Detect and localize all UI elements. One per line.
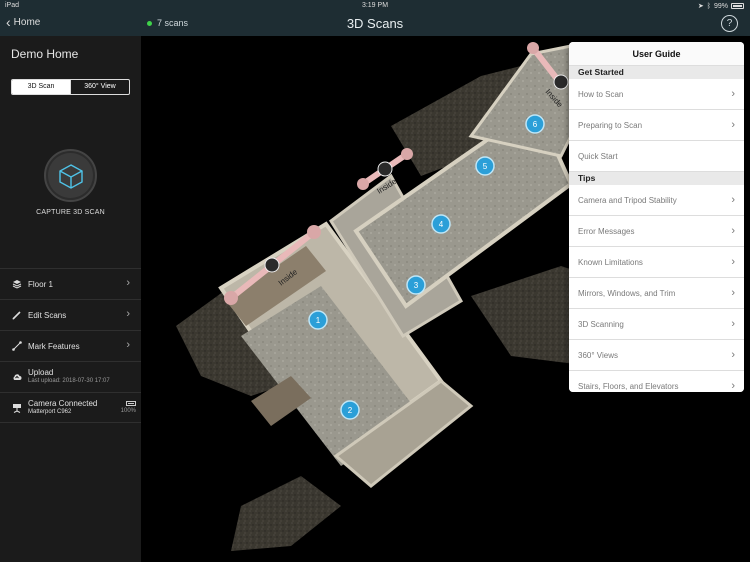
tab-3d-scan[interactable]: 3D Scan [12, 80, 70, 94]
chevron-right-icon: › [126, 277, 130, 289]
door-marker[interactable]: Inside [357, 148, 413, 196]
guide-item-label: 3D Scanning [578, 320, 624, 329]
sidebar-item-floor[interactable]: Floor 1 › [0, 268, 141, 299]
sidebar: Demo Home 3D Scan 360° View CAPTURE 3D S… [0, 36, 141, 562]
cloud-upload-icon [13, 374, 22, 380]
user-guide-popover: User Guide Get Started How to Scan › Pre… [569, 42, 744, 392]
scan-point[interactable]: 5 [475, 156, 495, 176]
guide-item-label: Error Messages [578, 227, 635, 236]
battery-icon [731, 3, 744, 9]
scan-point-number: 1 [316, 316, 321, 325]
guide-item-quick-start[interactable]: Quick Start [569, 141, 744, 172]
guide-item-camera-tripod[interactable]: Camera and Tripod Stability › [569, 185, 744, 216]
cube-icon [58, 163, 83, 189]
section-header: Tips [569, 172, 744, 185]
scan-point[interactable]: 1 [308, 310, 328, 330]
sidebar-item-camera[interactable]: Camera Connected Matterport C962 100% [0, 392, 141, 423]
chevron-right-icon: › [731, 380, 735, 392]
status-time: 3:19 PM [361, 2, 389, 9]
scan-point[interactable]: 4 [431, 214, 451, 234]
guide-item-label: Camera and Tripod Stability [578, 196, 677, 205]
chevron-right-icon: › [731, 287, 735, 299]
user-guide-title: User Guide [569, 42, 744, 66]
sidebar-item-upload[interactable]: Upload Last upload: 2018-07-30 17:07 [0, 361, 141, 392]
status-bar: iPad 3:19 PM ➤ ᛒ 99% [0, 0, 750, 12]
capture-label: CAPTURE 3D SCAN [36, 209, 105, 216]
scan-point-number: 2 [348, 406, 353, 415]
guide-item-preparing-to-scan[interactable]: Preparing to Scan › [569, 110, 744, 141]
mode-segmented-control: 3D Scan 360° View [11, 79, 130, 95]
guide-item-label: 360° Views [578, 351, 618, 360]
pencil-icon [12, 311, 21, 320]
guide-item-360-views[interactable]: 360° Views › [569, 340, 744, 371]
chevron-right-icon: › [731, 256, 735, 268]
guide-item-known-limitations[interactable]: Known Limitations › [569, 247, 744, 278]
camera-battery-icon [126, 401, 136, 406]
guide-item-label: Mirrors, Windows, and Trim [578, 289, 676, 298]
sidebar-item-edit-scans[interactable]: Edit Scans › [0, 299, 141, 330]
camera-tripod-icon [13, 403, 21, 413]
sidebar-menu: Floor 1 › Edit Scans › Mark Features › U… [0, 268, 141, 423]
scan-point-number: 6 [533, 120, 538, 129]
capture-3d-scan-button[interactable] [44, 149, 97, 202]
guide-item-label: Stairs, Floors, and Elevators [578, 382, 679, 391]
bluetooth-icon: ᛒ [706, 2, 711, 10]
line-icon [12, 341, 22, 351]
scan-point-number: 5 [483, 162, 488, 171]
chevron-right-icon: › [731, 349, 735, 361]
chevron-right-icon: › [126, 339, 130, 351]
camera-model-label: Matterport C962 [28, 408, 72, 415]
guide-item-label: Preparing to Scan [578, 121, 643, 130]
battery-percent: 99% [713, 2, 728, 10]
guide-item-label: Known Limitations [578, 258, 643, 267]
tab-360-view[interactable]: 360° View [70, 80, 129, 94]
guide-item-label: How to Scan [578, 90, 624, 99]
sidebar-item-label: Mark Features [28, 341, 80, 351]
guide-item-stairs-floors[interactable]: Stairs, Floors, and Elevators › [569, 371, 744, 392]
sidebar-item-label: Edit Scans [28, 310, 67, 320]
guide-item-error-messages[interactable]: Error Messages › [569, 216, 744, 247]
scan-point-number: 3 [414, 281, 419, 290]
scan-point[interactable]: 6 [525, 114, 545, 134]
chevron-right-icon: › [731, 225, 735, 237]
last-upload-label: Last upload: 2018-07-30 17:07 [28, 378, 110, 384]
upload-label: Upload [28, 368, 54, 377]
chevron-right-icon: › [731, 318, 735, 330]
guide-item-how-to-scan[interactable]: How to Scan › [569, 79, 744, 110]
scan-point-number: 4 [439, 220, 444, 229]
camera-status-label: Camera Connected [28, 398, 98, 408]
chevron-right-icon: › [731, 119, 735, 131]
scan-point[interactable]: 2 [340, 400, 360, 420]
nav-bar: ‹ Home 7 scans 3D Scans ? [0, 12, 750, 36]
camera-battery-percent: 100% [120, 408, 136, 414]
guide-item-label: Quick Start [578, 152, 618, 161]
chevron-right-icon: › [731, 194, 735, 206]
chevron-right-icon: › [126, 308, 130, 320]
help-button[interactable]: ? [721, 15, 738, 32]
page-title: 3D Scans [346, 16, 404, 31]
section-header: Get Started [569, 66, 744, 79]
sidebar-item-mark-features[interactable]: Mark Features › [0, 330, 141, 361]
scan-point[interactable]: 3 [406, 275, 426, 295]
chevron-right-icon: › [731, 88, 735, 100]
location-arrow-icon: ➤ [697, 3, 704, 10]
guide-item-3d-scanning[interactable]: 3D Scanning › [569, 309, 744, 340]
sidebar-item-label: Floor 1 [28, 279, 53, 289]
layers-icon [12, 280, 22, 289]
guide-item-mirrors-windows[interactable]: Mirrors, Windows, and Trim › [569, 278, 744, 309]
home-name: Demo Home [11, 47, 79, 61]
